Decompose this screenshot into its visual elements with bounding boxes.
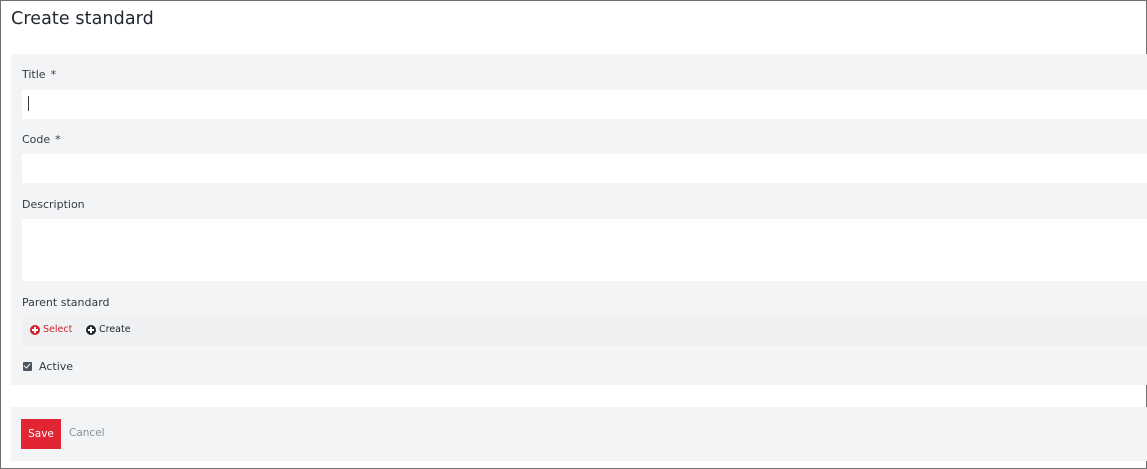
parent-standard-label: Parent standard	[22, 296, 110, 309]
active-toggle-row: Active	[23, 360, 73, 373]
description-label: Description	[22, 198, 85, 211]
parent-standard-row: Select Create	[22, 317, 1147, 346]
title-required-marker: *	[50, 68, 57, 81]
create-standard-window: Create standard Title * Code * Description…	[0, 0, 1147, 469]
create-parent-label: Create	[99, 324, 131, 335]
code-field-label: Code *	[22, 133, 61, 146]
select-parent-button[interactable]: Select	[30, 324, 72, 335]
code-input[interactable]	[22, 154, 1147, 183]
text-caret	[28, 96, 29, 111]
active-checkbox[interactable]	[23, 362, 32, 371]
save-button[interactable]: Save	[21, 419, 61, 449]
standard-form: Title * Code * Description Parent standard…	[11, 54, 1147, 385]
title-field-label: Title *	[22, 68, 56, 81]
title-input[interactable]	[22, 90, 1147, 119]
title-label-text: Title	[22, 68, 46, 81]
page-title: Create standard	[11, 9, 154, 29]
code-label-text: Code	[22, 133, 51, 146]
code-required-marker: *	[55, 133, 61, 146]
title-field-wrapper	[22, 90, 1147, 119]
select-parent-label: Select	[43, 324, 73, 335]
cancel-link[interactable]: Cancel	[69, 427, 105, 439]
active-label: Active	[39, 360, 74, 373]
description-textarea[interactable]	[22, 219, 1147, 281]
plus-circle-icon	[30, 324, 40, 335]
form-actions: Save Cancel	[11, 407, 1147, 461]
create-parent-button[interactable]: Create	[86, 324, 131, 335]
plus-circle-icon	[86, 324, 96, 335]
